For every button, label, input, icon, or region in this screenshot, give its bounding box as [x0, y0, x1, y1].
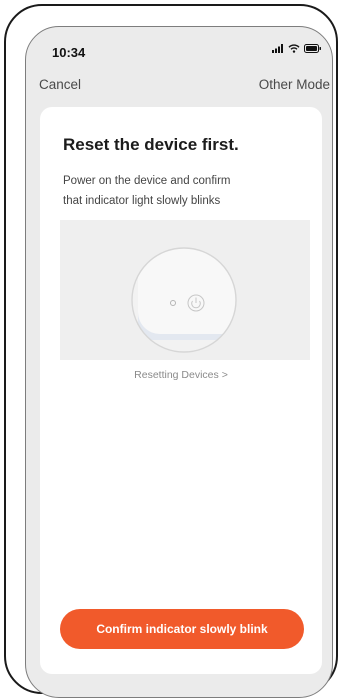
screen: 10:34 Cancel Other Mode Reset the device… — [25, 26, 333, 698]
device-illustration — [60, 220, 310, 360]
confirm-blink-button[interactable]: Confirm indicator slowly blink — [60, 609, 304, 649]
cancel-button[interactable]: Cancel — [39, 77, 81, 92]
instruction-line: Power on the device and confirm — [63, 175, 231, 187]
battery-icon — [304, 44, 321, 53]
status-icons — [272, 44, 322, 53]
instruction-text: Power on the device and confirm that ind… — [63, 171, 303, 211]
status-bar: 10:34 — [26, 27, 332, 65]
device-indicator-icon — [131, 247, 237, 353]
instruction-line: that indicator light slowly blinks — [63, 195, 221, 207]
other-mode-button[interactable]: Other Mode — [259, 77, 330, 92]
signal-icon — [272, 44, 283, 53]
page-title: Reset the device first. — [63, 135, 239, 154]
status-time: 10:34 — [52, 45, 86, 60]
wifi-icon — [288, 44, 300, 53]
content-card: Reset the device first. Power on the dev… — [40, 107, 322, 674]
phone-frame: 10:34 Cancel Other Mode Reset the device… — [4, 4, 338, 698]
nav-bar: Cancel Other Mode — [26, 77, 332, 101]
resetting-devices-link[interactable]: Resetting Devices > — [40, 369, 322, 381]
